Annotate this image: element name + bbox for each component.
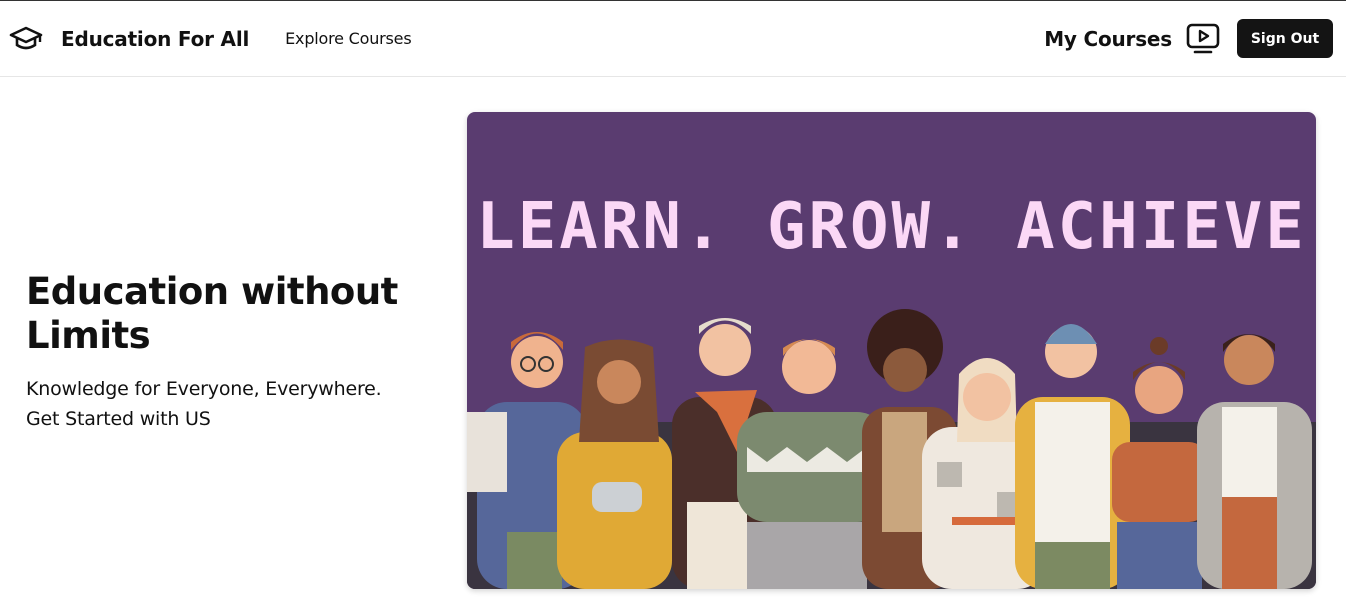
video-player-icon[interactable]: [1185, 22, 1221, 56]
people-illustration: [467, 309, 1316, 589]
explore-courses-link[interactable]: Explore Courses: [285, 29, 412, 48]
graduation-cap-icon[interactable]: [9, 24, 43, 54]
hero-banner: LEARN. GROW. ACHIEVE: [467, 112, 1316, 589]
person-figure: [557, 339, 672, 589]
my-courses-link[interactable]: My Courses: [1044, 27, 1172, 51]
banner-headline: LEARN. GROW. ACHIEVE: [476, 190, 1307, 264]
sign-out-button[interactable]: Sign Out: [1237, 19, 1333, 58]
person-figure: [1197, 334, 1312, 589]
hero-subtitle: Knowledge for Everyone, Everywhere. Get …: [26, 374, 446, 434]
hero-subtitle-line1: Knowledge for Everyone, Everywhere.: [26, 378, 382, 400]
navbar: Education For All Explore Courses My Cou…: [0, 1, 1346, 77]
brand-name[interactable]: Education For All: [61, 27, 249, 51]
hero-subtitle-line2: Get Started with US: [26, 408, 211, 430]
person-figure: [1112, 337, 1207, 589]
hero-title: Education without Limits: [26, 270, 398, 357]
hero-section: Education without Limits Knowledge for E…: [26, 270, 446, 434]
